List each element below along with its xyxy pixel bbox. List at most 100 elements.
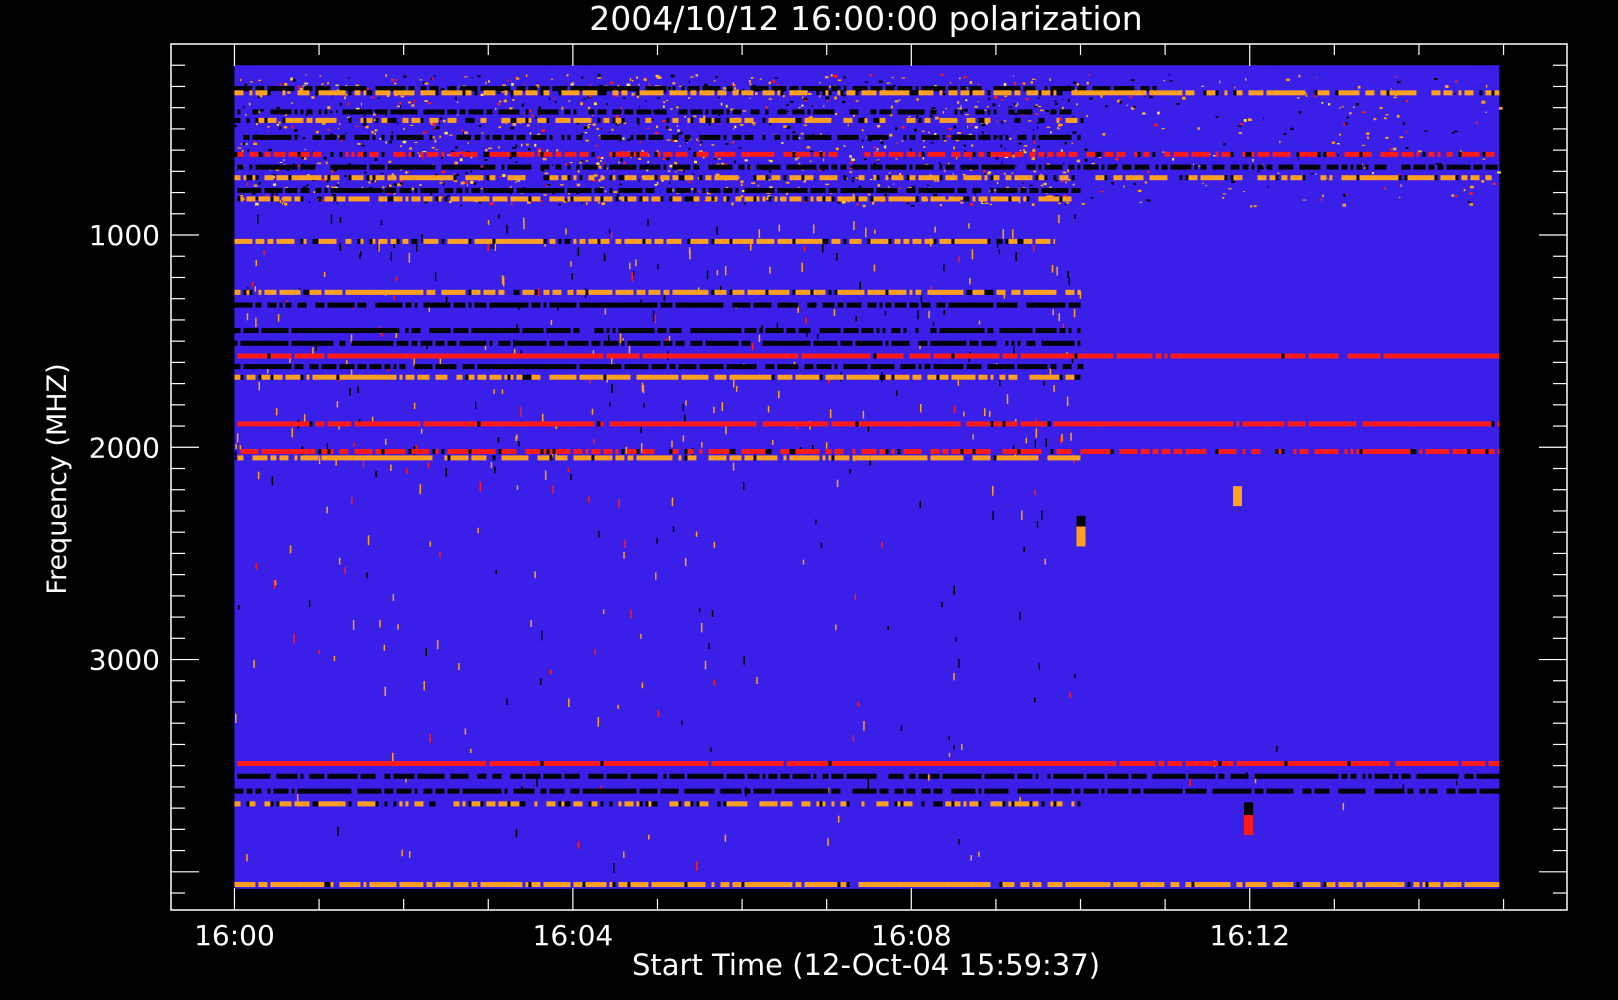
noise-pixel bbox=[253, 142, 258, 146]
band-segment bbox=[903, 340, 910, 346]
band-segment bbox=[1302, 164, 1306, 170]
noise-pixel bbox=[786, 126, 791, 129]
band-segment bbox=[876, 761, 880, 767]
noise-pixel bbox=[481, 132, 484, 134]
noise-pixel bbox=[499, 175, 501, 178]
noise-pixel bbox=[245, 113, 247, 116]
band-segment bbox=[432, 353, 436, 359]
noise-pixel bbox=[529, 109, 532, 113]
band-segment bbox=[501, 761, 505, 767]
noise-pixel bbox=[529, 132, 532, 135]
band-segment bbox=[540, 90, 544, 96]
band-segment bbox=[1461, 164, 1471, 170]
band-segment bbox=[348, 364, 355, 370]
noise-pixel bbox=[948, 752, 951, 757]
band-1620-mhz bbox=[234, 364, 1084, 370]
band-segment bbox=[942, 187, 946, 193]
band-segment bbox=[966, 421, 973, 427]
band-segment bbox=[246, 421, 256, 427]
band-segment bbox=[636, 374, 646, 380]
band-segment bbox=[453, 175, 457, 181]
noise-pixel bbox=[1051, 264, 1054, 273]
band-segment bbox=[1212, 421, 1222, 427]
band-segment bbox=[1488, 151, 1492, 157]
band-segment bbox=[999, 134, 1003, 140]
band-segment bbox=[294, 353, 298, 359]
band-segment bbox=[936, 187, 943, 193]
band-segment bbox=[1071, 340, 1075, 346]
noise-pixel bbox=[645, 100, 647, 102]
band-segment bbox=[576, 117, 583, 123]
band-segment bbox=[882, 455, 889, 461]
band-segment bbox=[687, 374, 697, 380]
band-segment bbox=[729, 151, 733, 157]
band-segment bbox=[555, 187, 565, 193]
band-segment bbox=[336, 421, 346, 427]
noise-pixel bbox=[922, 156, 925, 160]
noise-pixel bbox=[724, 265, 727, 276]
band-segment bbox=[939, 117, 946, 123]
band-segment bbox=[513, 164, 523, 170]
noise-pixel bbox=[930, 142, 934, 144]
band-segment bbox=[255, 164, 265, 170]
noise-pixel bbox=[767, 405, 770, 413]
noise-pixel bbox=[291, 125, 294, 129]
band-segment bbox=[507, 364, 514, 370]
band-segment bbox=[1380, 151, 1390, 157]
band-segment bbox=[537, 151, 541, 157]
band-segment bbox=[675, 302, 685, 308]
band-segment bbox=[237, 187, 241, 193]
band-segment bbox=[1233, 175, 1240, 181]
band-segment bbox=[993, 90, 1003, 96]
band-segment bbox=[1281, 761, 1285, 767]
band-segment bbox=[729, 455, 739, 461]
noise-pixel bbox=[1379, 107, 1383, 109]
band-segment bbox=[1206, 421, 1213, 427]
noise-pixel bbox=[552, 485, 554, 494]
noise-pixel bbox=[1114, 157, 1119, 161]
noise-pixel bbox=[1139, 201, 1143, 203]
noise-pixel bbox=[1252, 158, 1254, 162]
band-segment bbox=[1425, 449, 1432, 455]
band-segment bbox=[1311, 353, 1318, 359]
band-segment bbox=[933, 238, 937, 244]
band-segment bbox=[264, 421, 268, 427]
noise-pixel bbox=[856, 203, 859, 206]
band-segment bbox=[792, 134, 796, 140]
band-segment bbox=[390, 302, 397, 308]
band-segment bbox=[1203, 90, 1207, 96]
band-segment bbox=[369, 109, 373, 115]
noise-pixel bbox=[422, 157, 424, 160]
band-segment bbox=[765, 175, 769, 181]
band-segment bbox=[1005, 364, 1015, 370]
band-segment bbox=[1155, 175, 1162, 181]
band-segment bbox=[363, 289, 373, 295]
band-segment bbox=[870, 328, 874, 334]
band-segment bbox=[591, 164, 598, 170]
band-segment bbox=[1365, 164, 1369, 170]
band-segment bbox=[561, 90, 571, 96]
band-segment bbox=[699, 421, 709, 427]
noise-pixel bbox=[1322, 194, 1324, 198]
band-segment bbox=[870, 340, 874, 346]
band-680-mhz bbox=[237, 164, 1498, 170]
band-segment bbox=[1062, 449, 1066, 455]
band-segment bbox=[1068, 455, 1075, 461]
band-segment bbox=[879, 117, 886, 123]
noise-pixel bbox=[978, 320, 981, 325]
noise-pixel bbox=[1341, 106, 1344, 108]
band-segment bbox=[1074, 353, 1078, 359]
noise-pixel bbox=[630, 609, 632, 619]
band-segment bbox=[1149, 90, 1153, 96]
band-segment bbox=[924, 164, 928, 170]
band-segment bbox=[1035, 187, 1039, 193]
band-segment bbox=[708, 328, 715, 334]
band-segment bbox=[777, 364, 781, 370]
band-segment bbox=[471, 374, 475, 380]
band-segment bbox=[1008, 761, 1018, 767]
band-segment bbox=[489, 761, 499, 767]
band-segment bbox=[1461, 353, 1471, 359]
band-segment bbox=[975, 109, 985, 115]
band-segment bbox=[1197, 353, 1201, 359]
band-segment bbox=[480, 421, 490, 427]
